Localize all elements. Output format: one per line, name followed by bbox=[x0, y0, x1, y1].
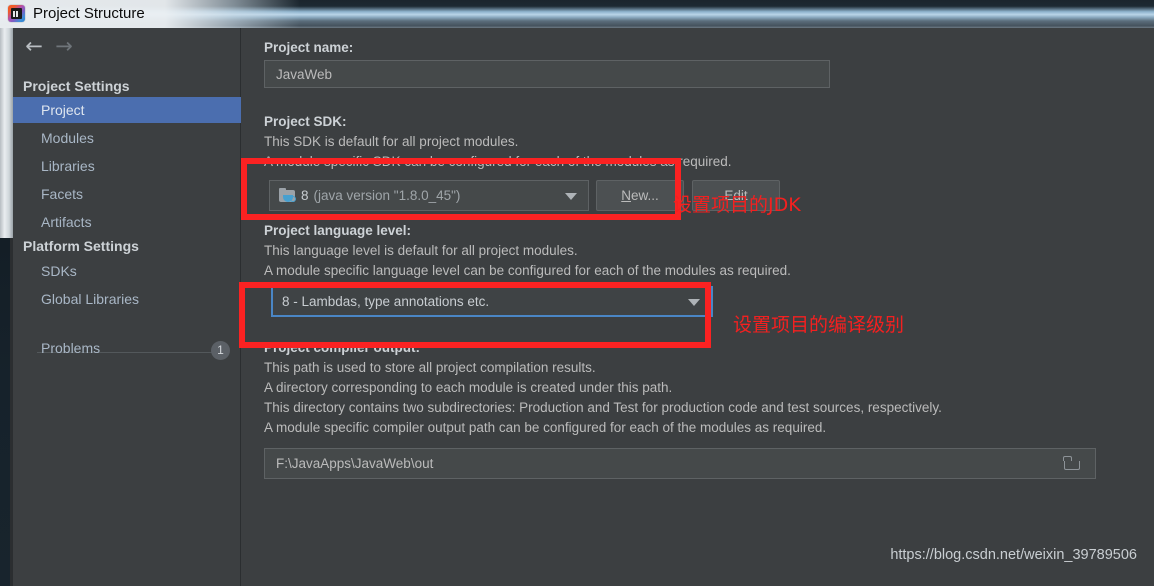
sidebar-item-modules[interactable]: Modules bbox=[13, 125, 241, 151]
sdk-annotation-text: 设置项目的JDK bbox=[673, 194, 801, 216]
project-sdk-combobox[interactable]: 8 (java version "1.8.0_45") bbox=[269, 180, 589, 211]
project-settings-panel: Project name: JavaWeb Project SDK: This … bbox=[242, 28, 1154, 586]
dialog-body: ← → Project Settings Project Modules Lib… bbox=[13, 28, 1154, 586]
sidebar-item-global-libraries[interactable]: Global Libraries bbox=[13, 286, 241, 312]
project-sdk-label: Project SDK: bbox=[264, 114, 347, 129]
sidebar-item-problems[interactable]: Problems bbox=[13, 335, 241, 361]
chevron-down-icon bbox=[565, 192, 577, 200]
sidebar-item-project[interactable]: Project bbox=[13, 97, 241, 123]
sidebar-item-artifacts[interactable]: Artifacts bbox=[13, 209, 241, 235]
compiler-output-path-value: F:\JavaApps\JavaWeb\out bbox=[276, 456, 434, 471]
arrow-left-icon[interactable]: ← bbox=[21, 34, 47, 58]
window-left-border-bottom bbox=[0, 238, 13, 586]
language-level-value: 8 - Lambdas, type annotations etc. bbox=[282, 294, 490, 309]
problems-count-badge: 1 bbox=[211, 341, 230, 360]
language-level-desc-1: This language level is default for all p… bbox=[264, 243, 578, 258]
window-titlebar: Project Structure bbox=[0, 0, 1154, 28]
folder-browse-icon[interactable] bbox=[1063, 455, 1081, 470]
language-level-label: Project language level: bbox=[264, 223, 412, 238]
compiler-output-desc-4: A module specific compiler output path c… bbox=[264, 420, 827, 435]
language-level-combobox[interactable]: 8 - Lambdas, type annotations etc. bbox=[271, 286, 713, 317]
sidebar-item-sdks[interactable]: SDKs bbox=[13, 258, 241, 284]
sdk-new-button-label: ew... bbox=[630, 188, 659, 203]
compiler-output-path-input[interactable]: F:\JavaApps\JavaWeb\out bbox=[264, 448, 1096, 479]
compiler-output-desc-1: This path is used to store all project c… bbox=[264, 360, 596, 375]
sidebar-item-facets[interactable]: Facets bbox=[13, 181, 241, 207]
project-sdk-value-detail: (java version "1.8.0_45") bbox=[313, 188, 461, 203]
java-sdk-folder-icon bbox=[279, 187, 297, 204]
arrow-right-icon[interactable]: → bbox=[51, 34, 77, 58]
sdk-new-button-mnemonic: N bbox=[621, 188, 631, 203]
window-left-border-top bbox=[0, 28, 13, 238]
intellij-idea-icon bbox=[8, 5, 25, 22]
compiler-output-label: Project compiler output: bbox=[264, 340, 421, 355]
settings-sidebar: ← → Project Settings Project Modules Lib… bbox=[13, 28, 241, 586]
compiler-output-desc-2: A directory corresponding to each module… bbox=[264, 380, 673, 395]
sidebar-navbar: ← → bbox=[13, 28, 241, 64]
project-name-label: Project name: bbox=[264, 40, 354, 55]
language-level-annotation-text: 设置项目的编译级别 bbox=[733, 314, 905, 336]
sdk-new-button[interactable]: New... bbox=[596, 180, 684, 211]
project-structure-window: Project Structure ← → Project Settings P… bbox=[0, 0, 1154, 586]
sidebar-section-project-settings: Project Settings bbox=[23, 78, 130, 94]
compiler-output-desc-3: This directory contains two subdirectori… bbox=[264, 400, 942, 415]
project-name-input[interactable]: JavaWeb bbox=[264, 60, 830, 88]
chevron-down-icon bbox=[688, 298, 700, 306]
sidebar-item-libraries[interactable]: Libraries bbox=[13, 153, 241, 179]
language-level-desc-2: A module specific language level can be … bbox=[264, 263, 791, 278]
sidebar-section-platform-settings: Platform Settings bbox=[23, 238, 139, 254]
project-sdk-desc-2: A module specific SDK can be configured … bbox=[264, 154, 732, 169]
watermark-text: https://blog.csdn.net/weixin_39789506 bbox=[890, 547, 1137, 563]
window-title: Project Structure bbox=[33, 5, 145, 22]
project-sdk-desc-1: This SDK is default for all project modu… bbox=[264, 134, 519, 149]
